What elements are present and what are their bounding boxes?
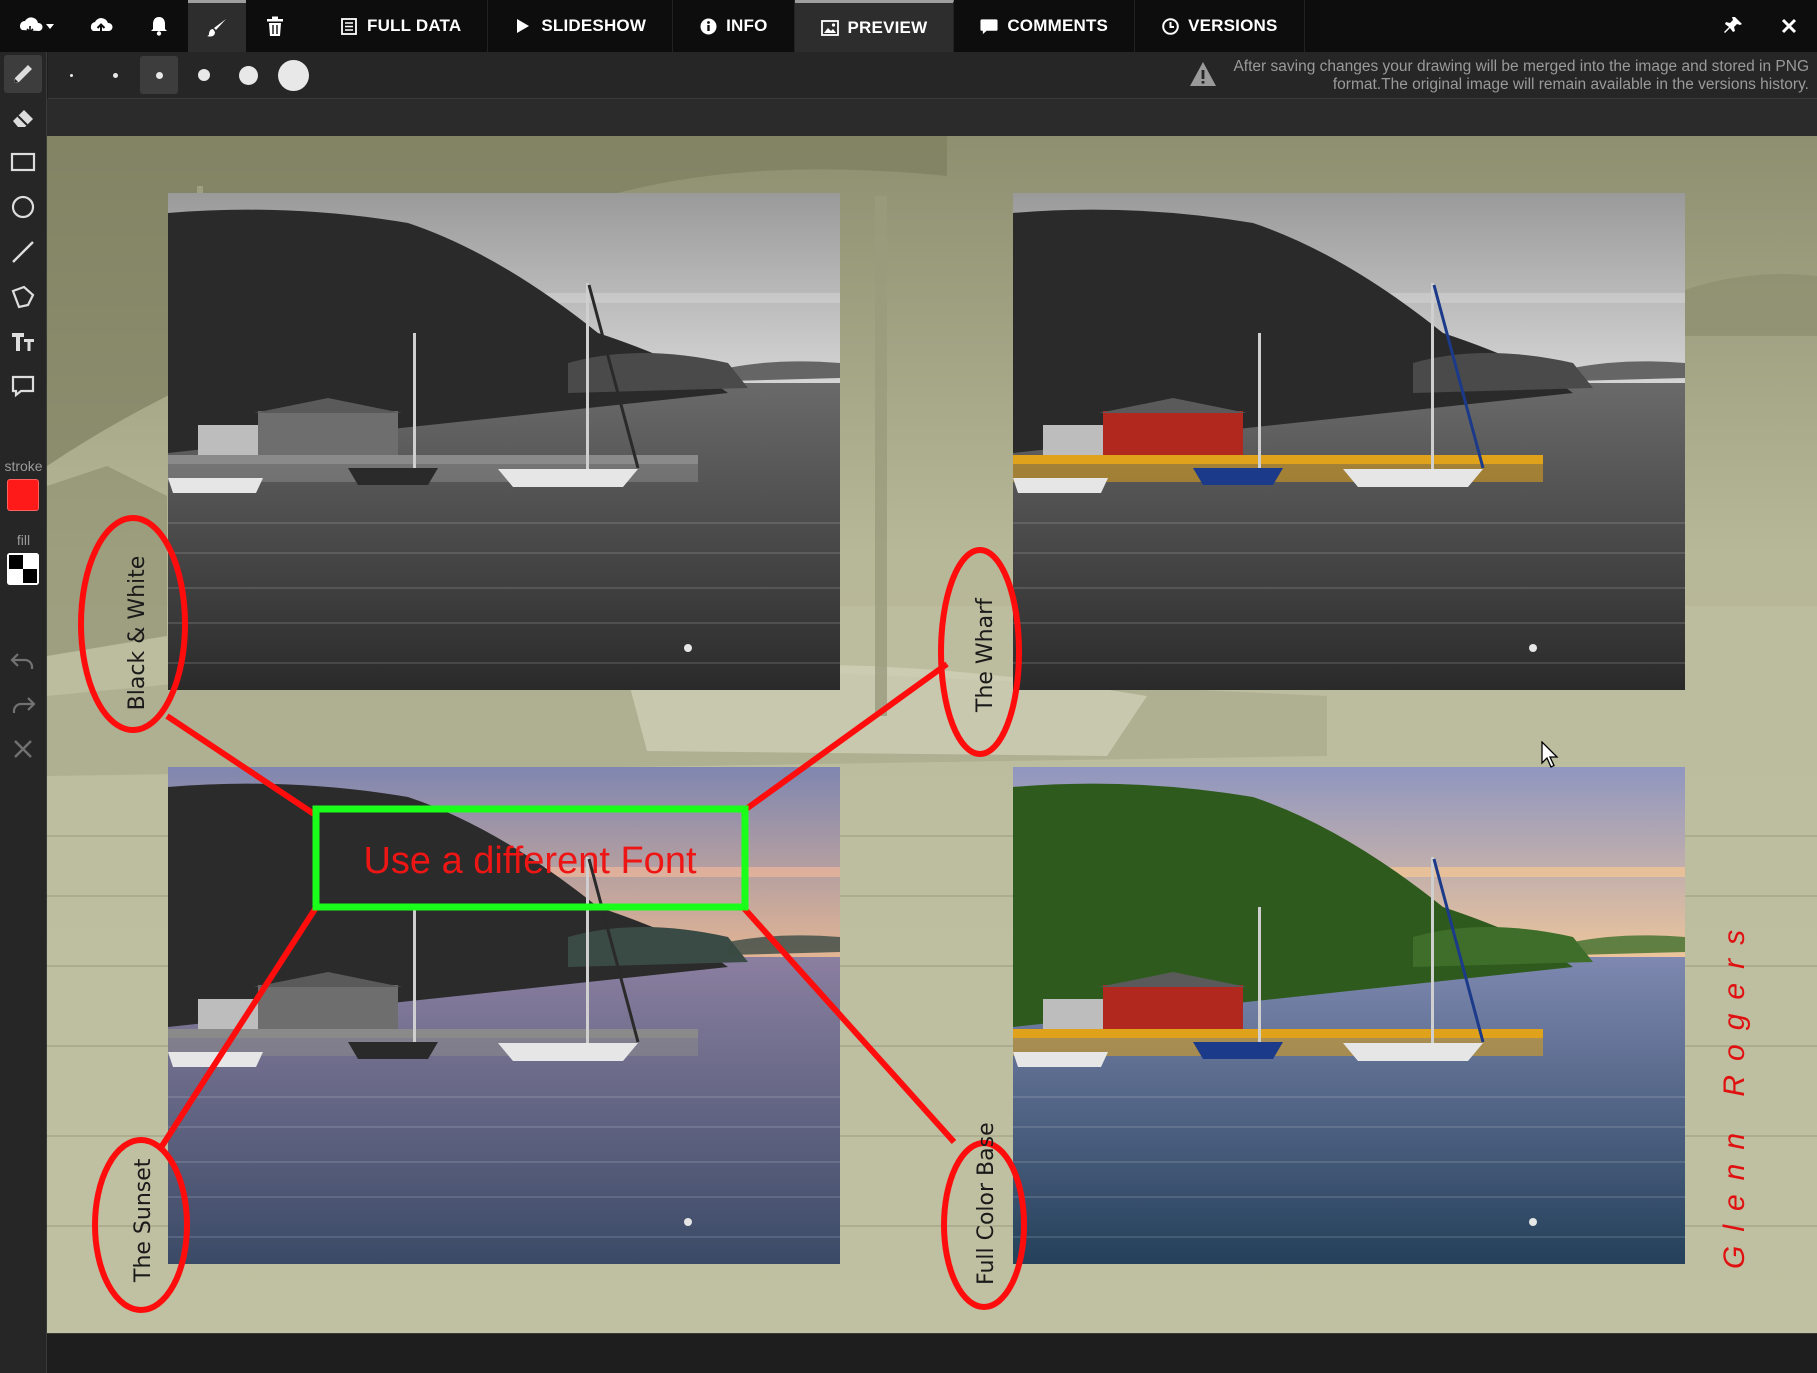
warning-icon xyxy=(1189,61,1217,92)
tab-comments[interactable]: COMMENTS xyxy=(954,0,1136,52)
brush-size-3[interactable] xyxy=(140,56,178,94)
polygon-icon[interactable] xyxy=(4,278,42,316)
brush-size-6[interactable] xyxy=(274,56,312,94)
stroke-color-swatch[interactable] xyxy=(7,479,39,511)
tab-preview[interactable]: PREVIEW xyxy=(794,0,955,52)
trash-icon[interactable] xyxy=(246,0,304,52)
label-the-wharf: The Wharf xyxy=(973,597,998,713)
tool-sidebar: stroke fill xyxy=(0,52,47,1373)
artwork-image[interactable]: Use a different Font Black & White The W… xyxy=(47,136,1817,1334)
drawing-canvas[interactable]: Use a different Font Black & White The W… xyxy=(47,99,1817,1373)
tab-label: SLIDESHOW xyxy=(541,16,647,35)
label-full-color-base: Full Color Base xyxy=(974,1122,999,1285)
close-icon[interactable] xyxy=(1761,0,1817,52)
image-icon xyxy=(820,19,839,37)
redo-icon[interactable] xyxy=(4,686,42,724)
upload-icon[interactable] xyxy=(72,0,130,52)
canvas-status-strip xyxy=(47,1333,1817,1373)
label-black-and-white: Black & White xyxy=(125,556,150,711)
tab-full-data[interactable]: FULL DATA xyxy=(314,0,489,52)
eraser-icon[interactable] xyxy=(4,99,42,137)
list-icon xyxy=(340,17,358,35)
circle-icon[interactable] xyxy=(4,188,42,226)
top-toolbar: FULL DATA SLIDESHOW INFO PREVIEW COMMENT… xyxy=(0,0,1817,52)
tab-label: INFO xyxy=(726,16,768,35)
brush-size-2[interactable] xyxy=(96,56,134,94)
pencil-icon[interactable] xyxy=(4,55,42,93)
clock-icon xyxy=(1161,17,1179,35)
tab-slideshow[interactable]: SLIDESHOW xyxy=(488,0,674,52)
fill-label: fill xyxy=(16,532,31,548)
annotation-text: Use a different Font xyxy=(363,840,696,882)
rectangle-icon[interactable] xyxy=(4,143,42,181)
info-icon xyxy=(699,17,717,35)
pin-icon[interactable] xyxy=(1705,0,1761,52)
bell-icon[interactable] xyxy=(130,0,188,52)
clear-icon[interactable] xyxy=(4,730,42,768)
brush-size-4[interactable] xyxy=(185,56,223,94)
comment-box-icon[interactable] xyxy=(4,367,42,405)
tab-info[interactable]: INFO xyxy=(673,0,795,52)
label-the-sunset: The Sunset xyxy=(131,1158,156,1283)
line-icon[interactable] xyxy=(4,233,42,271)
brush-size-bar: After saving changes your drawing will b… xyxy=(48,52,1817,99)
undo-icon[interactable] xyxy=(4,642,42,680)
signature: Glenn Rogers xyxy=(1718,916,1751,1269)
fill-color-swatch[interactable] xyxy=(7,553,39,585)
notice-text: After saving changes your drawing will b… xyxy=(1233,58,1809,93)
brush-size-5[interactable] xyxy=(229,56,267,94)
tab-label: FULL DATA xyxy=(367,16,462,35)
tab-label: VERSIONS xyxy=(1188,16,1278,35)
mouse-cursor-icon xyxy=(1541,741,1559,768)
brush-icon[interactable] xyxy=(188,0,246,52)
play-icon xyxy=(514,17,532,35)
comment-icon xyxy=(980,17,998,35)
tab-label: COMMENTS xyxy=(1007,16,1109,35)
tab-versions[interactable]: VERSIONS xyxy=(1135,0,1305,52)
tab-label: PREVIEW xyxy=(847,17,928,37)
annotation-layer: Use a different Font Black & White The W… xyxy=(78,515,1751,1313)
text-icon[interactable] xyxy=(4,322,42,360)
stroke-label: stroke xyxy=(4,458,43,474)
save-notice: After saving changes your drawing will b… xyxy=(1189,56,1809,96)
cloud-menu-icon[interactable] xyxy=(0,0,72,52)
brush-size-1[interactable] xyxy=(52,56,90,94)
